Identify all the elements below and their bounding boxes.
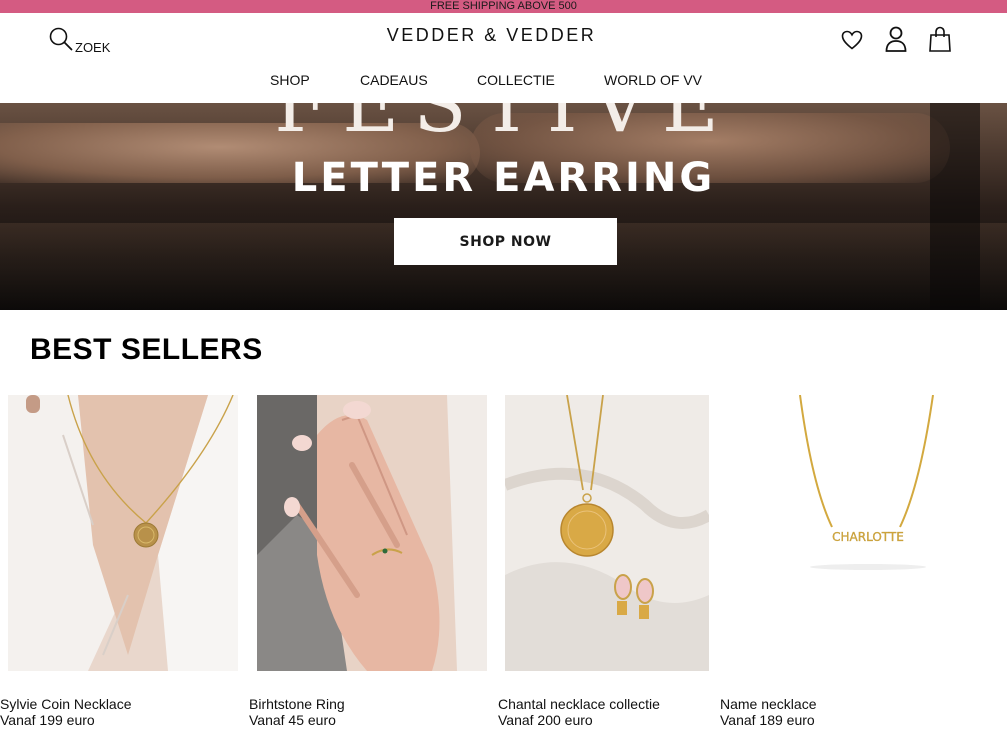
name-necklace-engraving: CHARLOTTE <box>832 530 904 544</box>
product-name[interactable]: Name necklace <box>720 696 817 712</box>
shop-now-button[interactable]: SHOP NOW <box>394 218 617 265</box>
promo-text: FREE SHIPPING ABOVE 500 <box>430 0 577 12</box>
best-sellers-title: BEST SELLERS <box>30 333 263 366</box>
product-image-coin-necklace[interactable] <box>8 395 238 671</box>
product-price: Vanaf 189 euro <box>720 712 815 728</box>
product-name[interactable]: Chantal necklace collectie <box>498 696 660 712</box>
nav-item-world-of-vv[interactable]: WORLD OF VV <box>604 72 702 88</box>
hero-headline: LETTER EARRING <box>291 155 716 201</box>
user-icon[interactable] <box>884 26 908 52</box>
nav-item-cadeaus[interactable]: CADEAUS <box>360 72 428 88</box>
product-name[interactable]: Sylvie Coin Necklace <box>0 696 132 712</box>
product-image-ring[interactable] <box>257 395 487 671</box>
product-image-chantal-necklace[interactable] <box>505 395 709 671</box>
hero-headline-top: FESTIVE <box>274 103 733 150</box>
promo-bar: FREE SHIPPING ABOVE 500 <box>0 0 1007 13</box>
nav-item-collectie[interactable]: COLLECTIE <box>477 72 555 88</box>
product-price: Vanaf 199 euro <box>0 712 95 728</box>
main-nav: SHOP CADEAUS COLLECTIE WORLD OF VV <box>0 72 1007 92</box>
shopping-bag-icon[interactable] <box>928 26 952 52</box>
product-price: Vanaf 45 euro <box>249 712 336 728</box>
heart-icon[interactable] <box>840 27 864 53</box>
product-name[interactable]: Birhtstone Ring <box>249 696 345 712</box>
product-price: Vanaf 200 euro <box>498 712 593 728</box>
product-image-name-necklace[interactable]: CHARLOTTE <box>720 395 950 671</box>
nav-item-shop[interactable]: SHOP <box>270 72 310 88</box>
site-logo[interactable]: VEDDER & VEDDER <box>0 25 983 46</box>
site-header: ZOEK VEDDER & VEDDER SHOP CADEAUS COLLEC… <box>0 13 1007 103</box>
hero-banner: FESTIVE LETTER EARRING SHOP NOW <box>0 103 1007 310</box>
